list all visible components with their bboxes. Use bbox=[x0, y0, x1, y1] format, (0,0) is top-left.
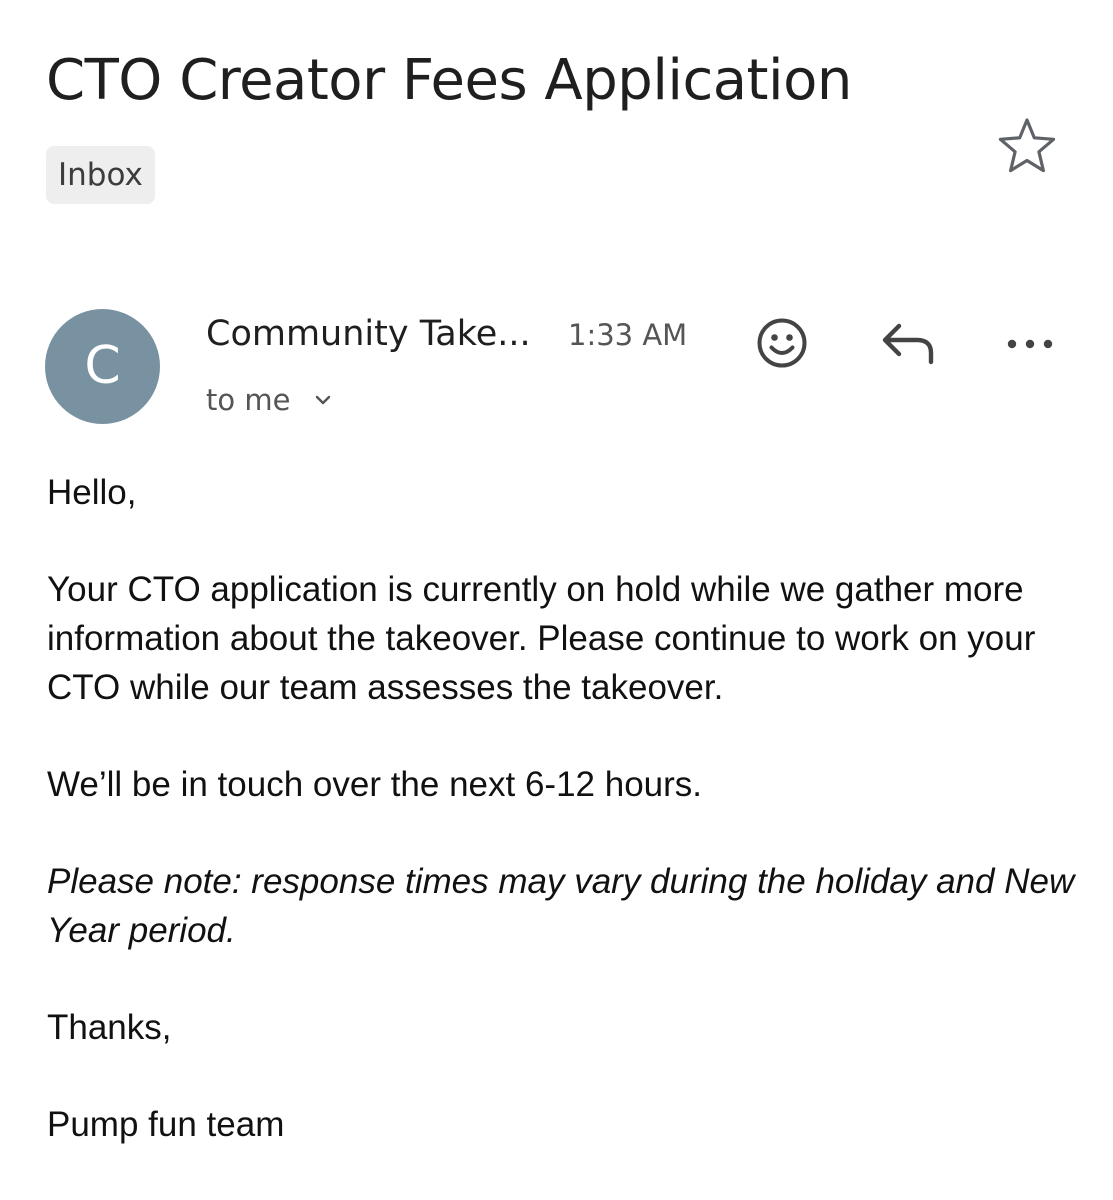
more-horizontal-icon bbox=[1007, 339, 1053, 349]
body-paragraph: Your CTO application is currently on hol… bbox=[47, 570, 1036, 707]
recipient-details-toggle[interactable]: to me bbox=[206, 380, 332, 420]
greeting: Hello, bbox=[47, 473, 137, 512]
star-button[interactable] bbox=[994, 114, 1060, 178]
note-paragraph: Please note: response times may vary dur… bbox=[47, 862, 1075, 950]
reply-arrow-icon bbox=[882, 323, 934, 365]
email-subject: CTO Creator Fees Application bbox=[46, 48, 852, 113]
inbox-label-chip[interactable]: Inbox bbox=[46, 146, 155, 204]
signature: Pump fun team bbox=[47, 1105, 285, 1144]
message-time: 1:33 AM bbox=[568, 318, 688, 352]
more-options-button[interactable] bbox=[1000, 322, 1060, 366]
smiley-icon bbox=[757, 318, 807, 368]
sender-name[interactable]: Community Take... bbox=[206, 312, 531, 356]
sender-avatar[interactable]: C bbox=[45, 309, 160, 424]
add-reaction-button[interactable] bbox=[752, 313, 812, 373]
body-paragraph: We’ll be in touch over the next 6-12 hou… bbox=[47, 765, 703, 804]
reply-button[interactable] bbox=[877, 316, 939, 370]
star-outline-icon bbox=[998, 118, 1056, 173]
chevron-down-icon bbox=[314, 394, 332, 406]
closing: Thanks, bbox=[47, 1008, 172, 1047]
message-body: Hello, Your CTO application is currently… bbox=[47, 468, 1077, 1197]
recipient-text: to me bbox=[206, 383, 291, 417]
